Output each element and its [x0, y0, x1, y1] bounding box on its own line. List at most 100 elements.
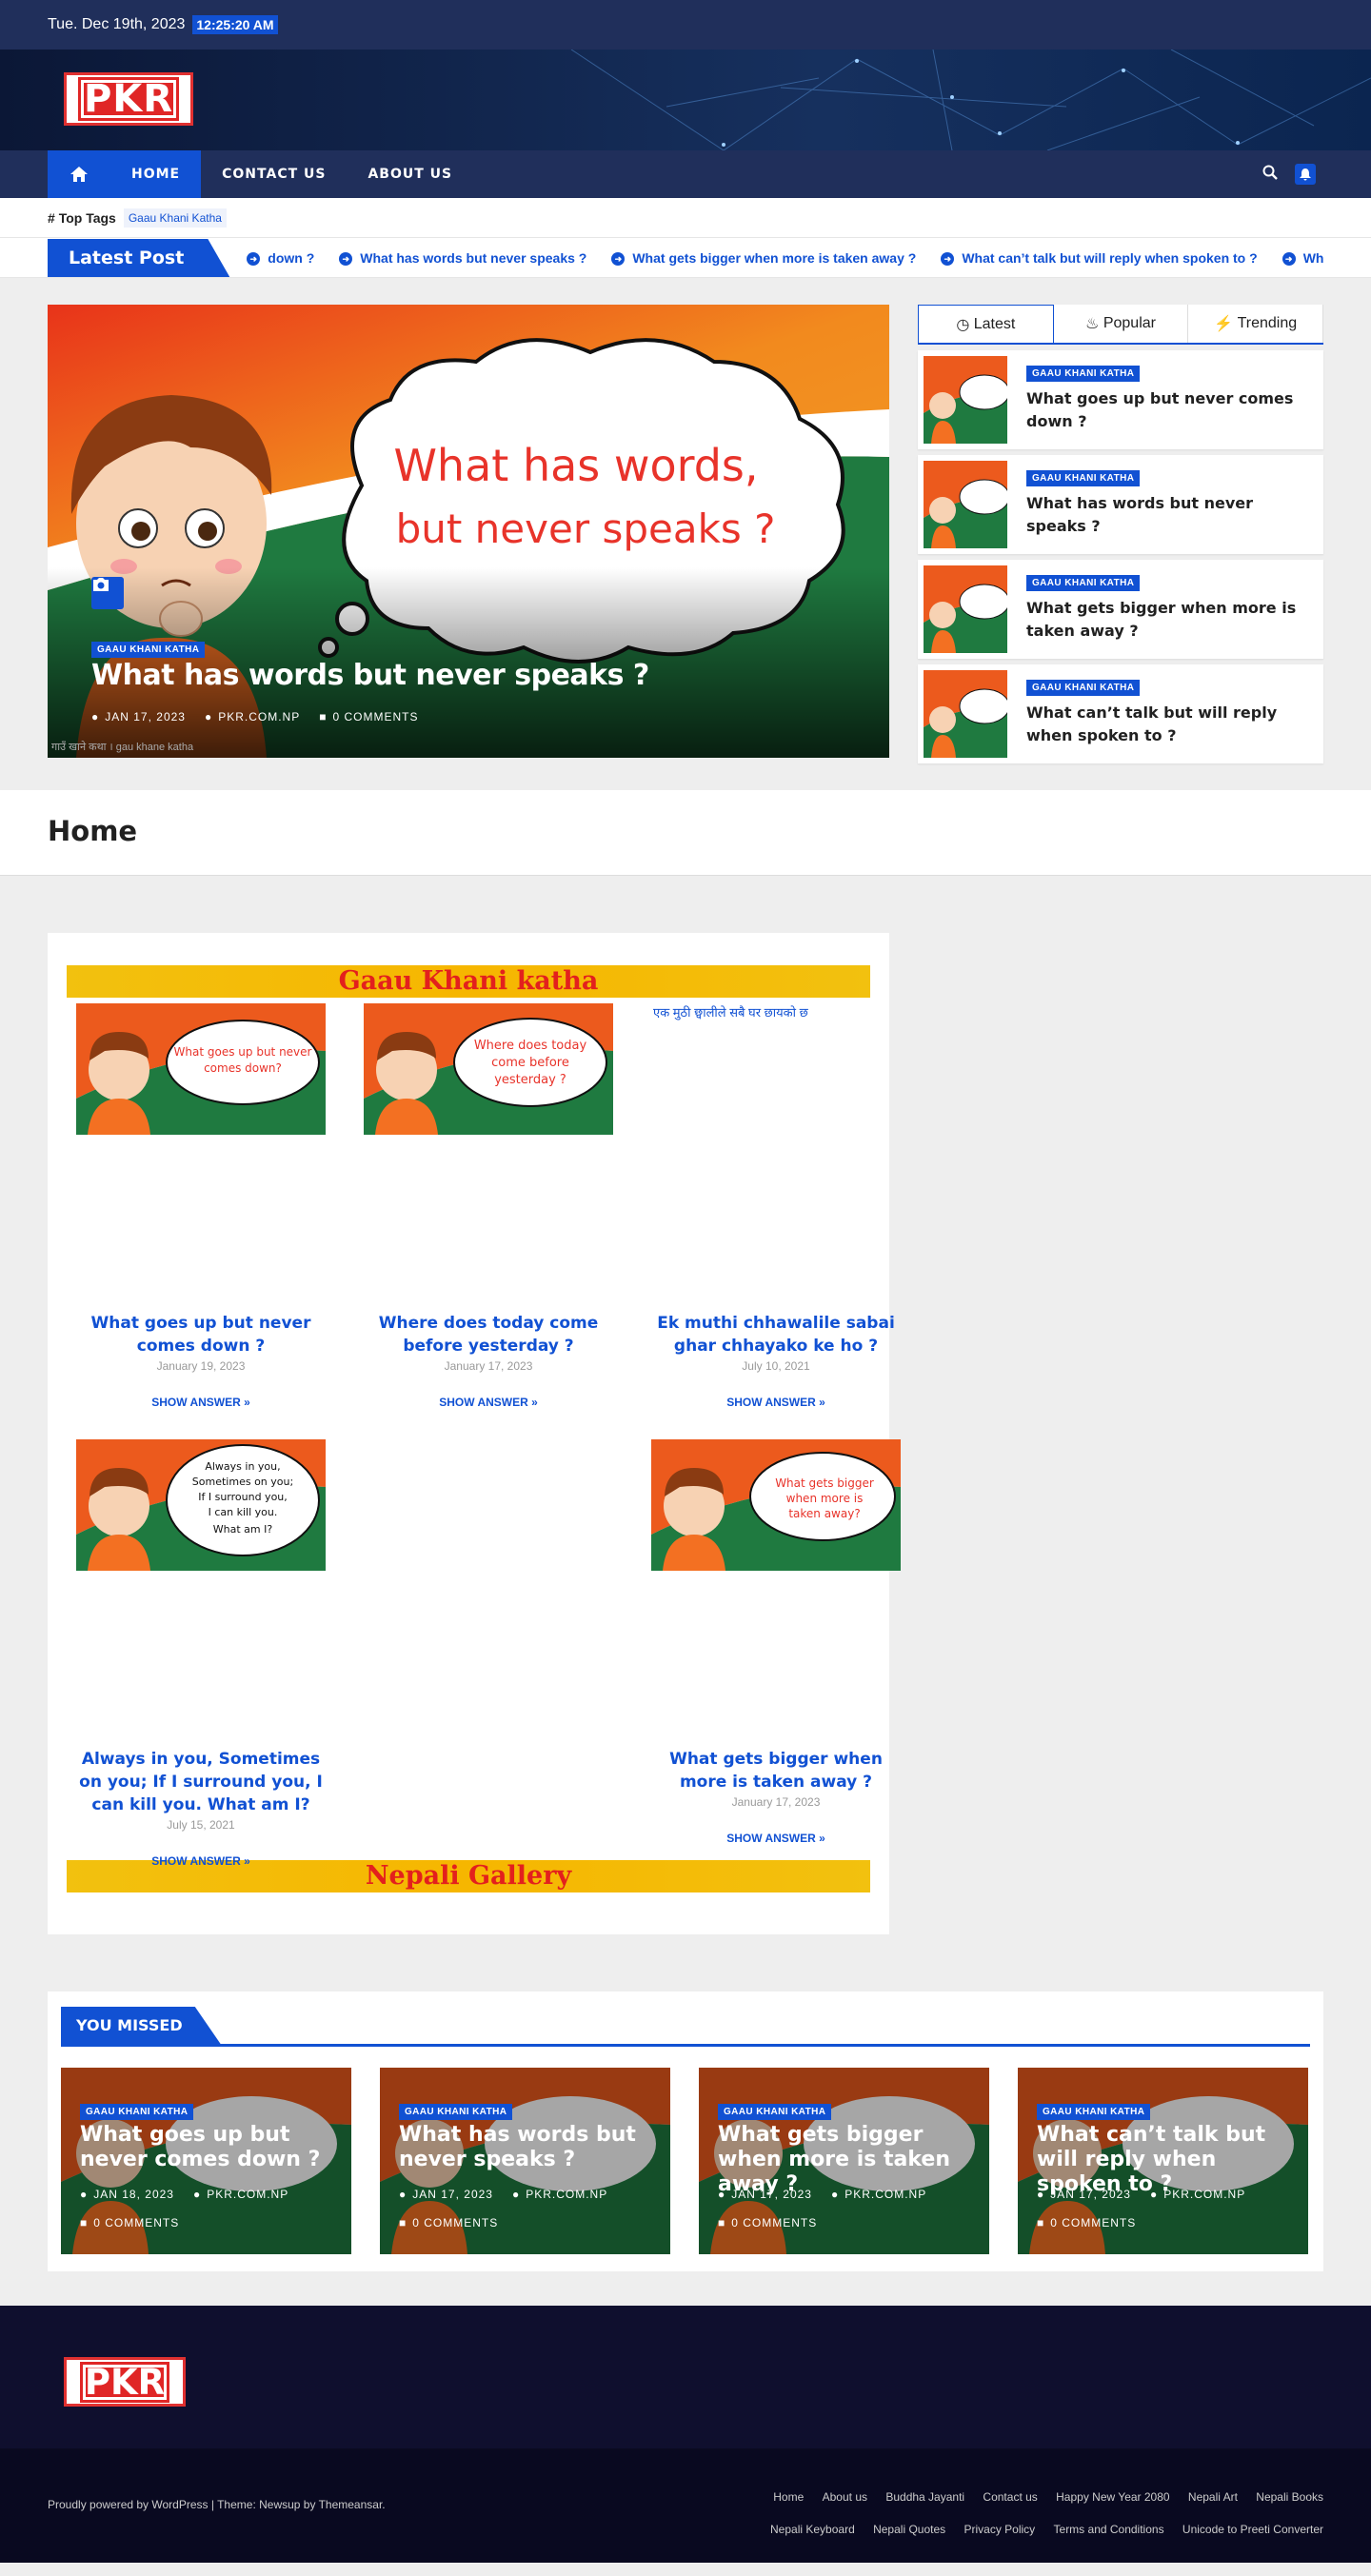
post-meta: ● JAN 18, 2023 ● PKR.COM.NP [80, 2188, 288, 2201]
post-thumbnail[interactable] [924, 565, 1007, 653]
ticker-item[interactable]: down ? [247, 250, 314, 266]
footer-link[interactable]: Happy New Year 2080 [1056, 2490, 1169, 2504]
tab-latest[interactable]: ◷ Latest [918, 305, 1054, 343]
post-comments[interactable]: ■ 0 COMMENTS [718, 2216, 817, 2229]
nav-home[interactable]: HOME [110, 150, 202, 198]
category-badge[interactable]: GAAU KHANI KATHA [1026, 366, 1141, 382]
missed-post-title[interactable]: What goes up but never comes down ? [80, 2123, 336, 2172]
post-thumbnail[interactable] [924, 356, 1007, 444]
riddle-title[interactable]: Always in you, Sometimes on you; If I su… [76, 1748, 326, 1816]
post-date: ● JAN 17, 2023 [91, 710, 186, 723]
riddle-date: January 19, 2023 [156, 1359, 246, 1373]
category-badge[interactable]: GAAU KHANI KATHA [91, 642, 206, 658]
notification-bell-icon[interactable] [1295, 164, 1316, 185]
post-thumbnail[interactable] [924, 461, 1007, 548]
sidebar-post-title[interactable]: What can’t talk but will reply when spok… [1026, 702, 1318, 747]
svg-text:yesterday ?: yesterday ? [494, 1073, 566, 1087]
category-badge[interactable]: GAAU KHANI KATHA [1026, 575, 1141, 591]
missed-post-title[interactable]: What gets bigger when more is taken away… [718, 2123, 974, 2197]
missed-post-title[interactable]: What has words but never speaks ? [399, 2123, 655, 2172]
missed-post-card[interactable]: GAAU KHANI KATHA What can’t talk but wil… [1018, 2068, 1308, 2254]
sidebar-post[interactable]: GAAU KHANI KATHA What gets bigger when mo… [918, 560, 1323, 659]
sidebar-post-title[interactable]: What gets bigger when more is taken away… [1026, 597, 1318, 643]
main-content: Gaau Khani katha What goes up but never c… [0, 876, 1371, 1991]
category-badge[interactable]: GAAU KHANI KATHA [1037, 2104, 1151, 2120]
show-answer-button[interactable]: SHOW ANSWER » [76, 1396, 326, 1409]
footer-link[interactable]: Nepali Books [1256, 2490, 1323, 2504]
ticker-item[interactable]: What gets bigger when more is taken away… [611, 250, 916, 266]
footer-link[interactable]: Nepali Art [1188, 2490, 1238, 2504]
sidebar-tabs-widget: ◷ Latest ♨ Popular ⚡ Trending GAAU KHANI… [918, 305, 1324, 763]
tag-link[interactable]: Gaau Khani Katha [123, 208, 227, 228]
fire-icon: ♨ [1085, 316, 1103, 332]
post-thumbnail[interactable] [924, 670, 1007, 758]
page-title: Home [48, 815, 138, 847]
show-answer-button[interactable]: SHOW ANSWER » [651, 1396, 901, 1409]
show-answer-button[interactable]: SHOW ANSWER » [364, 1396, 613, 1409]
post-comments[interactable]: ■ 0 COMMENTS [399, 2216, 498, 2229]
riddle-image[interactable]: What gets bigger when more is taken away? [651, 1439, 901, 1571]
footer-link[interactable]: Contact us [983, 2490, 1037, 2504]
category-badge[interactable]: GAAU KHANI KATHA [1026, 680, 1141, 696]
category-badge[interactable]: GAAU KHANI KATHA [399, 2104, 513, 2120]
category-badge[interactable]: GAAU KHANI KATHA [718, 2104, 832, 2120]
footer-logo[interactable]: PKR [64, 2357, 186, 2407]
ticker-item[interactable]: What has words but never speaks ? [339, 250, 586, 266]
riddle-title[interactable]: Ek muthi chhawalile sabai ghar chhayako … [651, 1312, 901, 1357]
clock-icon: ◷ [956, 316, 974, 333]
riddle-image-broken[interactable]: एक मुठी छ्वालीले सबै घर छायको छ [651, 1003, 901, 1135]
footer-link[interactable]: Privacy Policy [964, 2523, 1035, 2536]
site-logo[interactable]: PKR [64, 72, 193, 126]
sidebar-post-title[interactable]: What has words but never speaks ? [1026, 492, 1318, 538]
post-author[interactable]: ● PKR.COM.NP [205, 710, 300, 723]
nav-about-us[interactable]: ABOUT US [347, 150, 473, 198]
category-badge[interactable]: GAAU KHANI KATHA [1026, 470, 1141, 486]
post-comments[interactable]: ■ 0 COMMENTS [80, 2216, 179, 2229]
footer-link[interactable]: Nepali Keyboard [770, 2523, 855, 2536]
post-comments[interactable]: ■ 0 COMMENTS [1037, 2216, 1136, 2229]
riddle-image[interactable]: Always in you, Sometimes on you; If I surr… [76, 1439, 326, 1571]
sidebar-post[interactable]: GAAU KHANI KATHA What can’t talk but will… [918, 664, 1323, 763]
post-date: ● JAN 17, 2023 [1037, 2188, 1131, 2201]
missed-post-card[interactable]: GAAU KHANI KATHA What has words but neve… [380, 2068, 670, 2254]
riddle-title[interactable]: What goes up but never comes down ? [76, 1312, 326, 1357]
riddle-title[interactable]: What gets bigger when more is taken away… [651, 1748, 901, 1793]
footer-bottom: Proudly powered by WordPress | Theme: Ne… [0, 2448, 1371, 2563]
show-answer-button[interactable]: SHOW ANSWER » [76, 1854, 326, 1868]
ticker-items: down ? What has words but never speaks ?… [247, 250, 1323, 266]
home-icon[interactable] [48, 150, 110, 198]
tab-trending[interactable]: ⚡ Trending [1188, 305, 1324, 343]
search-icon[interactable] [1262, 165, 1278, 185]
post-meta: ● JAN 17, 2023 ● PKR.COM.NP [1037, 2188, 1245, 2201]
missed-post-card[interactable]: GAAU KHANI KATHA What gets bigger when m… [699, 2068, 989, 2254]
svg-text:What am I?: What am I? [213, 1523, 273, 1536]
footer-link[interactable]: Terms and Conditions [1054, 2523, 1164, 2536]
footer-link[interactable]: Buddha Jayanti [885, 2490, 964, 2504]
post-author: ● PKR.COM.NP [511, 2188, 608, 2201]
footer-link[interactable]: Nepali Quotes [873, 2523, 945, 2536]
featured-post-title[interactable]: What has words but never speaks ? [91, 659, 649, 692]
clock-icon: ● [80, 2188, 89, 2201]
sidebar-post[interactable]: GAAU KHANI KATHA What goes up but never c… [918, 350, 1323, 449]
tab-popular[interactable]: ♨ Popular [1054, 305, 1189, 343]
sidebar-post-title[interactable]: What goes up but never comes down ? [1026, 387, 1318, 433]
footer-link[interactable]: About us [823, 2490, 867, 2504]
nav-contact-us[interactable]: CONTACT US [201, 150, 347, 198]
category-badge[interactable]: GAAU KHANI KATHA [80, 2104, 194, 2120]
missed-post-card[interactable]: GAAU KHANI KATHA What goes up but never … [61, 2068, 351, 2254]
post-date: ● JAN 17, 2023 [718, 2188, 812, 2201]
riddle-image[interactable]: Where does today come before yesterday ? [364, 1003, 613, 1135]
post-comments[interactable]: ■ 0 COMMENTS [319, 710, 418, 723]
missed-post-title[interactable]: What can’t talk but will reply when spok… [1037, 2123, 1293, 2197]
ticker-item[interactable]: What has [1282, 250, 1323, 266]
riddle-image[interactable]: What goes up but never comes down? [76, 1003, 326, 1135]
show-answer-button[interactable]: SHOW ANSWER » [651, 1832, 901, 1845]
featured-post[interactable]: What has words, but never speaks ? GAAU … [48, 305, 889, 758]
ticker-item[interactable]: What can’t talk but will reply when spok… [941, 250, 1257, 266]
footer-link[interactable]: Unicode to Preeti Converter [1182, 2523, 1323, 2536]
svg-text:I can kill you.: I can kill you. [209, 1506, 278, 1518]
footer-link[interactable]: Home [773, 2490, 804, 2504]
sidebar-post[interactable]: GAAU KHANI KATHA What has words but never… [918, 455, 1323, 554]
comments-icon: ■ [399, 2216, 407, 2229]
riddle-title[interactable]: Where does today come before yesterday ? [364, 1312, 613, 1357]
